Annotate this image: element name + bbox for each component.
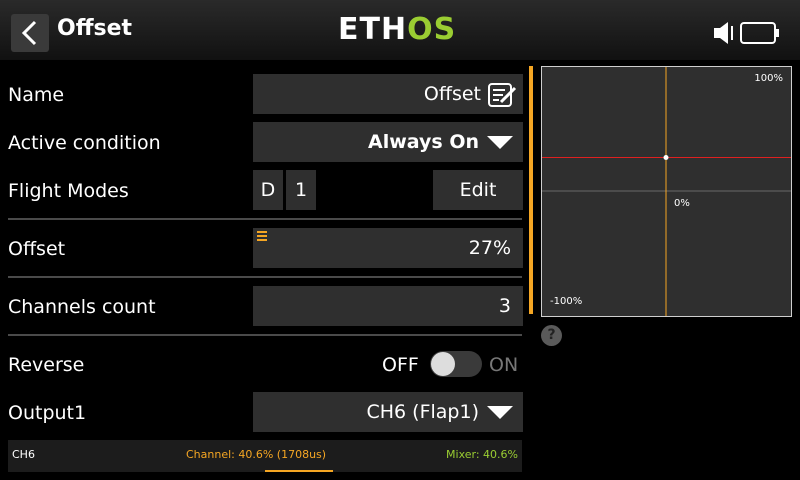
- mixer-value: Mixer: 40.6%: [446, 448, 518, 461]
- name-value: Offset: [423, 83, 481, 105]
- output1-value: CH6 (Flap1): [366, 401, 479, 423]
- reverse-off-label: OFF: [382, 354, 419, 376]
- flight-mode-d[interactable]: D: [253, 170, 283, 210]
- graph-mid-label: 0%: [674, 198, 690, 209]
- divider: [8, 276, 522, 278]
- channels-count-label: Channels count: [8, 296, 156, 318]
- scrollbar[interactable]: [529, 66, 533, 314]
- chevron-left-icon: [21, 20, 37, 46]
- flight-mode-1[interactable]: 1: [286, 170, 316, 210]
- graph-bottom-label: -100%: [550, 296, 583, 307]
- back-button[interactable]: [11, 14, 49, 52]
- dropdown-arrow-icon: [487, 406, 513, 419]
- ethos-logo: ETHOS: [338, 12, 457, 47]
- reverse-on-label: ON: [489, 354, 519, 376]
- reverse-label: Reverse: [8, 354, 85, 376]
- graph-canvas: [542, 67, 791, 316]
- active-condition-value: Always On: [368, 131, 479, 153]
- flight-modes-label: Flight Modes: [8, 180, 129, 202]
- channels-count-value: 3: [498, 295, 511, 317]
- help-icon[interactable]: ?: [541, 325, 562, 346]
- speaker-icon[interactable]: [712, 20, 736, 46]
- divider: [8, 334, 522, 336]
- graph-point: [663, 155, 669, 161]
- toggle-knob: [431, 352, 455, 376]
- edit-icon: [488, 83, 517, 107]
- active-condition-select[interactable]: Always On: [253, 122, 523, 162]
- channels-count-field[interactable]: 3: [253, 286, 523, 326]
- channel-status-bar: CH6 Channel: 40.6% (1708us) Mixer: 40.6%: [8, 440, 522, 472]
- graph-top-label: 100%: [754, 73, 783, 84]
- output1-select[interactable]: CH6 (Flap1): [253, 392, 523, 432]
- name-label: Name: [8, 84, 65, 106]
- reverse-toggle[interactable]: [430, 351, 482, 377]
- top-bar: Offset ETHOS: [0, 0, 800, 60]
- channel-name: CH6: [12, 448, 35, 461]
- channel-value: Channel: 40.6% (1708us): [186, 448, 327, 461]
- active-condition-label: Active condition: [8, 132, 161, 154]
- page-title: Offset: [57, 16, 133, 41]
- offset-field[interactable]: 27%: [253, 228, 523, 268]
- channel-level-bar: [265, 470, 333, 472]
- flight-modes-edit-button[interactable]: Edit: [433, 170, 523, 210]
- divider: [8, 218, 522, 220]
- dropdown-arrow-icon: [487, 136, 513, 149]
- offset-value: 27%: [468, 237, 511, 259]
- name-field[interactable]: Offset: [253, 74, 523, 114]
- offset-graph: 100% 0% -100%: [541, 66, 792, 317]
- offset-label: Offset: [8, 238, 66, 260]
- output1-label: Output1: [8, 402, 87, 424]
- battery-icon: [740, 22, 779, 44]
- slider-handle-icon: [257, 231, 267, 243]
